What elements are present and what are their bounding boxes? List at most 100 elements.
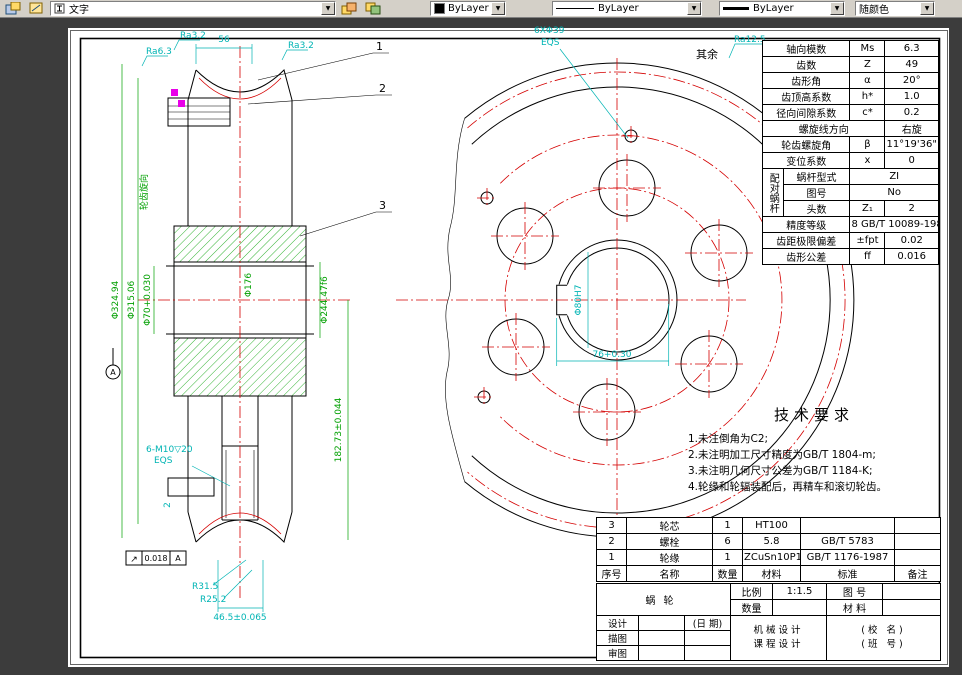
- param-cell: 齿形角: [761, 72, 851, 89]
- dimension-style-icon[interactable]: [26, 0, 48, 17]
- chevron-down-icon[interactable]: ▼: [920, 2, 934, 15]
- trace-label: 描图: [596, 630, 639, 646]
- parts-cell: 3: [596, 517, 627, 534]
- color-control-combo[interactable]: ByLayer ▼: [430, 1, 506, 16]
- text-style-combo[interactable]: 文字 ▼: [50, 1, 336, 16]
- design-label: 设计: [596, 615, 639, 631]
- tech-req-line: 1.未注倒角为C2;: [688, 433, 769, 445]
- date-label: (日 期): [684, 615, 731, 631]
- section-dimensions: 56 Φ324.94 Φ315.06 Φ70+0.030 Φ176 Φ244.4…: [105, 31, 392, 623]
- balloon-label: 2: [379, 82, 386, 95]
- param-cell: 轮齿螺旋角: [761, 136, 851, 153]
- param-cell: 螺旋线方向: [761, 120, 886, 137]
- param-cell: h*: [849, 88, 886, 105]
- table-row: 1 轮缘 1 ZCuSn10P1 GB/T 1176-1987: [596, 549, 941, 566]
- runout-value: 0.018: [145, 554, 168, 563]
- param-cell: 图号: [782, 184, 851, 201]
- datum-label: A: [110, 368, 116, 377]
- balloon-label: 1: [376, 40, 383, 53]
- current-color-swatch: [434, 3, 445, 14]
- parts-cell: [800, 517, 895, 534]
- dim-label: Φ80H7: [574, 284, 584, 315]
- parts-cell: 1: [712, 517, 743, 534]
- tech-req-title: 技术要求: [773, 406, 854, 424]
- plot-style-combo[interactable]: 随颜色 ▼: [855, 1, 935, 16]
- parts-cell: 轮芯: [626, 517, 713, 534]
- roughness-label: Ra6.3: [146, 47, 172, 57]
- parts-cell: 5.8: [742, 533, 801, 550]
- figure-number-value: [882, 583, 941, 600]
- param-cell: 轴向模数: [761, 40, 851, 57]
- text-style-value: 文字: [69, 5, 89, 16]
- chevron-down-icon[interactable]: ▼: [321, 2, 335, 15]
- param-cell: 49: [884, 56, 939, 73]
- review-date: [684, 645, 731, 661]
- scale-value: 1:1.5: [772, 583, 827, 600]
- param-cell: c*: [849, 104, 886, 121]
- param-cell: ZI: [849, 168, 939, 185]
- param-cell: 蜗杆型式: [782, 168, 851, 185]
- param-cell: 20°: [884, 72, 939, 89]
- parts-header-cell: 材料: [742, 565, 801, 582]
- course-line: 机械设计: [753, 625, 804, 636]
- parts-cell: GB/T 5783: [800, 533, 895, 550]
- parts-cell: 1: [712, 549, 743, 566]
- param-cell: Ms: [849, 40, 886, 57]
- parts-cell: GB/T 1176-1987: [800, 549, 895, 566]
- material-value: [882, 599, 941, 616]
- parts-cell: ZCuSn10P1: [742, 549, 801, 566]
- param-cell: Z: [849, 56, 886, 73]
- param-cell: 头数: [782, 200, 851, 217]
- insert-block-icon[interactable]: [362, 0, 384, 17]
- front-view-dimensions: 6XΦ39 EQS 76+0.30 Φ80H7 Ra12.5 其余: [534, 26, 766, 366]
- technical-requirements: 技术要求 1.未注倒角为C2; 2.未注明加工尺寸精度为GB/T 1804-m;…: [688, 404, 940, 495]
- eqs-label: EQS: [154, 456, 173, 466]
- quantity-value: [772, 599, 827, 616]
- dim-label: 46.5±0.065: [213, 613, 266, 623]
- text-style-manager-icon[interactable]: [2, 0, 24, 17]
- parts-cell: 螺栓: [626, 533, 713, 550]
- parts-header-cell: 名称: [626, 565, 713, 582]
- chevron-down-icon[interactable]: ▼: [491, 2, 505, 15]
- review-label: 审图: [596, 645, 639, 661]
- chevron-down-icon[interactable]: ▼: [830, 2, 844, 15]
- scale-label: 比例: [730, 583, 773, 600]
- spiral-note-label: 轮齿旋向: [138, 174, 150, 210]
- block-icon[interactable]: [338, 0, 360, 17]
- roughness-label: Ra3.2: [180, 31, 206, 41]
- lineweight-control-combo[interactable]: ByLayer ▼: [719, 1, 845, 16]
- course-line: 课程设计: [753, 639, 804, 650]
- param-cell: 0.02: [884, 232, 939, 249]
- holes-callout-label: 6XΦ39: [534, 26, 565, 36]
- param-cell: Z₁: [849, 200, 886, 217]
- gear-parameter-table: 轴向模数 Ms 6.3 齿数 Z 49 齿形角 α 20° 齿顶高系数 h* 1.0 径向间隙系…: [761, 40, 939, 265]
- grip-marker[interactable]: [178, 100, 185, 107]
- param-cell: 齿数: [761, 56, 851, 73]
- parts-header-cell: 备注: [894, 565, 941, 582]
- tech-req-line: 3.未注明几何尺寸公差为GB/T 1184-K;: [688, 465, 873, 477]
- course-name: 机械设计 课程设计: [730, 615, 827, 661]
- table-header-row: 序号 名称 数量 材料 标准 备注: [596, 565, 941, 582]
- text-style-icon: [54, 3, 65, 14]
- param-cell: 0.016: [884, 248, 939, 265]
- grip-marker[interactable]: [171, 89, 178, 96]
- lineweight-value: ByLayer: [753, 3, 794, 14]
- trace-date: [684, 630, 731, 646]
- parts-header-cell: 序号: [596, 565, 627, 582]
- review-signature: [638, 645, 685, 661]
- parts-cell: [894, 517, 941, 534]
- linetype-control-combo[interactable]: ByLayer ▼: [552, 1, 702, 16]
- param-cell: 0.2: [884, 104, 939, 121]
- param-cell: 8 GB/T 10089-1988: [849, 216, 939, 233]
- material-label: 材 料: [826, 599, 883, 616]
- linetype-value: ByLayer: [598, 3, 639, 14]
- roughness-label: Ra12.5: [734, 35, 766, 45]
- param-cell: α: [849, 72, 886, 89]
- dim-label: Φ176: [244, 273, 254, 298]
- parts-cell: [894, 533, 941, 550]
- balloon-label: 3: [379, 199, 386, 212]
- param-cell: 6.3: [884, 40, 939, 57]
- dim-label: Φ315.06: [127, 280, 137, 319]
- dim-label: 182.73±0.044: [334, 397, 344, 462]
- chevron-down-icon[interactable]: ▼: [687, 2, 701, 15]
